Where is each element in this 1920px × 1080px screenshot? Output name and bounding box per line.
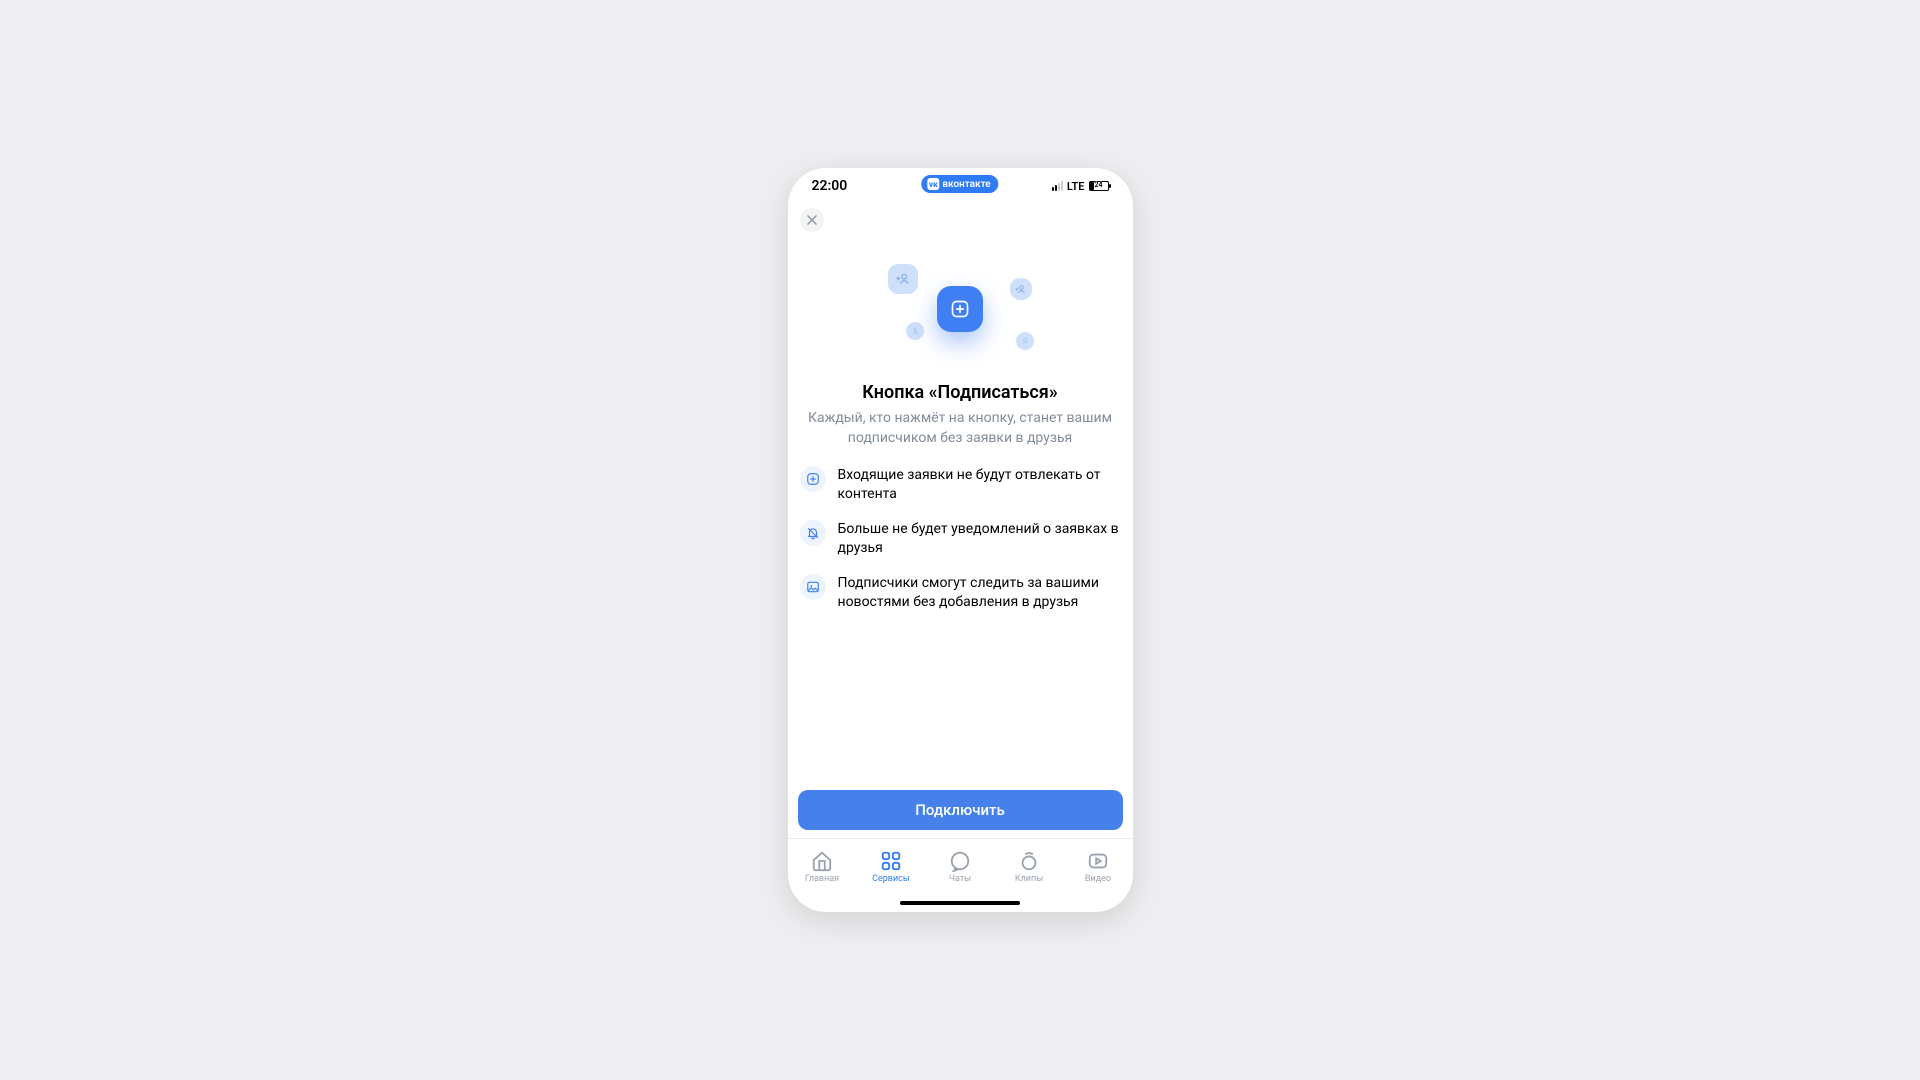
tab-label: Сервисы <box>872 874 910 884</box>
battery-percent: 24 <box>1090 181 1108 189</box>
close-icon <box>806 214 818 226</box>
hero-illustration <box>788 244 1133 374</box>
bell-off-icon <box>800 520 826 546</box>
page-subtitle: Каждый, кто нажмёт на кнопку, станет ваш… <box>788 409 1133 466</box>
tab-clips[interactable]: Клипы <box>995 839 1064 894</box>
add-user-icon <box>906 322 924 340</box>
connect-button-label: Подключить <box>915 801 1004 819</box>
tab-bar: Главная Сервисы Чаты Клипы Видео <box>788 838 1133 894</box>
status-time: 22:00 <box>812 178 848 194</box>
close-button[interactable] <box>800 208 824 232</box>
add-user-icon <box>888 264 918 294</box>
status-bar: 22:00 vк вконтакте LTE 24 <box>788 168 1133 204</box>
vk-logo-icon: vк <box>927 178 939 190</box>
feature-item: Входящие заявки не будут отвлекать от ко… <box>800 466 1121 504</box>
plus-tile-icon <box>937 286 983 332</box>
page-title: Кнопка «Подписаться» <box>788 374 1133 409</box>
vk-pill-label: вконтакте <box>942 179 990 190</box>
connect-button[interactable]: Подключить <box>798 790 1123 830</box>
vk-app-pill: vк вконтакте <box>921 175 998 193</box>
feature-text: Больше не будет уведомлений о заявках в … <box>838 520 1121 558</box>
feature-text: Подписчики смогут следить за вашими ново… <box>838 574 1121 612</box>
battery-icon: 24 <box>1089 181 1109 191</box>
tab-label: Клипы <box>1015 874 1043 884</box>
add-user-icon <box>1016 332 1034 350</box>
feature-text: Входящие заявки не будут отвлекать от ко… <box>838 466 1121 504</box>
home-indicator <box>788 894 1133 912</box>
status-right: LTE 24 <box>1052 180 1109 193</box>
tab-services[interactable]: Сервисы <box>857 839 926 894</box>
chat-icon <box>949 850 971 872</box>
tab-label: Чаты <box>949 874 971 884</box>
home-icon <box>811 850 833 872</box>
feature-item: Подписчики смогут следить за вашими ново… <box>800 574 1121 612</box>
tab-home[interactable]: Главная <box>788 839 857 894</box>
feature-item: Больше не будет уведомлений о заявках в … <box>800 520 1121 558</box>
tab-chats[interactable]: Чаты <box>926 839 995 894</box>
image-icon <box>800 574 826 600</box>
network-label: LTE <box>1067 180 1085 193</box>
signal-icon <box>1052 181 1063 191</box>
tab-label: Главная <box>805 874 839 884</box>
video-icon <box>1087 850 1109 872</box>
clips-icon <box>1018 850 1040 872</box>
feature-list: Входящие заявки не будут отвлекать от ко… <box>788 466 1133 611</box>
services-icon <box>880 850 902 872</box>
tab-label: Видео <box>1085 874 1111 884</box>
modal-header <box>788 204 1133 236</box>
phone-frame: 22:00 vк вконтакте LTE 24 <box>788 168 1133 912</box>
plus-square-icon <box>800 466 826 492</box>
add-user-icon <box>1010 278 1032 300</box>
tab-video[interactable]: Видео <box>1064 839 1133 894</box>
